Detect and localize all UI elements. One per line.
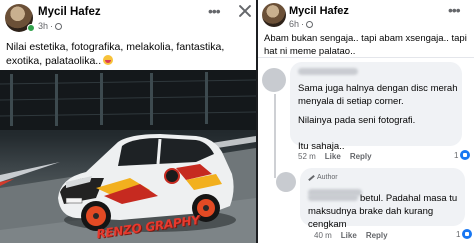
post-caption: Nilai estetika, fotografika, melakolia, … bbox=[6, 41, 225, 67]
tongue-emoji-icon bbox=[103, 55, 114, 65]
separator bbox=[258, 57, 474, 58]
like-button[interactable]: Like bbox=[325, 152, 341, 161]
car-photo-illustration bbox=[0, 70, 256, 243]
redacted-commenter-name bbox=[298, 68, 358, 75]
reaction-count[interactable]: 1 bbox=[454, 150, 471, 160]
like-button[interactable]: Like bbox=[341, 231, 357, 240]
author-name[interactable]: Mycil Hafez bbox=[289, 5, 349, 17]
commenter-avatar[interactable] bbox=[276, 172, 296, 192]
reply-time[interactable]: 40 m bbox=[314, 231, 332, 240]
close-icon[interactable] bbox=[238, 4, 252, 18]
reply-text: betul. Padahal masa tu maksudnya brake d… bbox=[308, 193, 458, 230]
reply-actions: 40 m Like Reply bbox=[314, 231, 388, 240]
author-avatar[interactable] bbox=[262, 3, 286, 27]
comment-text-line: Nilainya pada seni fotografi. Itu sahaja… bbox=[298, 115, 416, 152]
online-status-dot bbox=[27, 24, 35, 32]
commenter-avatar[interactable] bbox=[262, 68, 286, 92]
post-caption: Abam bukan sengaja.. tapi abam xsengaja.… bbox=[264, 33, 467, 57]
right-post-panel: Mycil Hafez 6h · ••• Abam bukan sengaja.… bbox=[258, 0, 474, 243]
thread-line bbox=[274, 94, 276, 178]
post-time[interactable]: 6h bbox=[289, 19, 299, 29]
redacted-mention bbox=[308, 194, 358, 201]
left-post-panel: Mycil Hafez 3h · ••• Nilai estetika, fot… bbox=[0, 0, 256, 243]
post-header: Mycil Hafez 3h · ••• bbox=[0, 0, 256, 36]
more-horizontal-icon[interactable]: ••• bbox=[208, 4, 221, 18]
comment-time[interactable]: 52 m bbox=[298, 152, 316, 161]
reply-bubble: Author betul. Padahal masa tu maksudnya … bbox=[300, 168, 465, 230]
post-meta: 3h · bbox=[38, 21, 63, 31]
more-horizontal-icon[interactable]: ••• bbox=[448, 3, 461, 17]
post-photo[interactable]: RENZO GRAPHY bbox=[0, 70, 256, 243]
pen-icon bbox=[308, 174, 315, 181]
like-reaction-icon bbox=[462, 229, 473, 239]
comment-bubble: Sama juga halnya dengan disc merah menya… bbox=[290, 62, 462, 152]
author-badge: Author bbox=[308, 174, 338, 181]
comment-text: Sama juga halnya dengan disc merah menya… bbox=[298, 83, 458, 107]
reaction-count[interactable]: 1 bbox=[456, 229, 473, 239]
comment-actions: 52 m Like Reply bbox=[298, 152, 372, 161]
reply-button[interactable]: Reply bbox=[350, 152, 372, 161]
globe-icon bbox=[306, 20, 314, 28]
post-meta: 6h · bbox=[289, 19, 314, 29]
globe-icon bbox=[55, 22, 63, 30]
author-name[interactable]: Mycil Hafez bbox=[38, 6, 101, 18]
post-time[interactable]: 3h bbox=[38, 21, 48, 31]
reply-button[interactable]: Reply bbox=[366, 231, 388, 240]
like-reaction-icon bbox=[460, 150, 471, 160]
